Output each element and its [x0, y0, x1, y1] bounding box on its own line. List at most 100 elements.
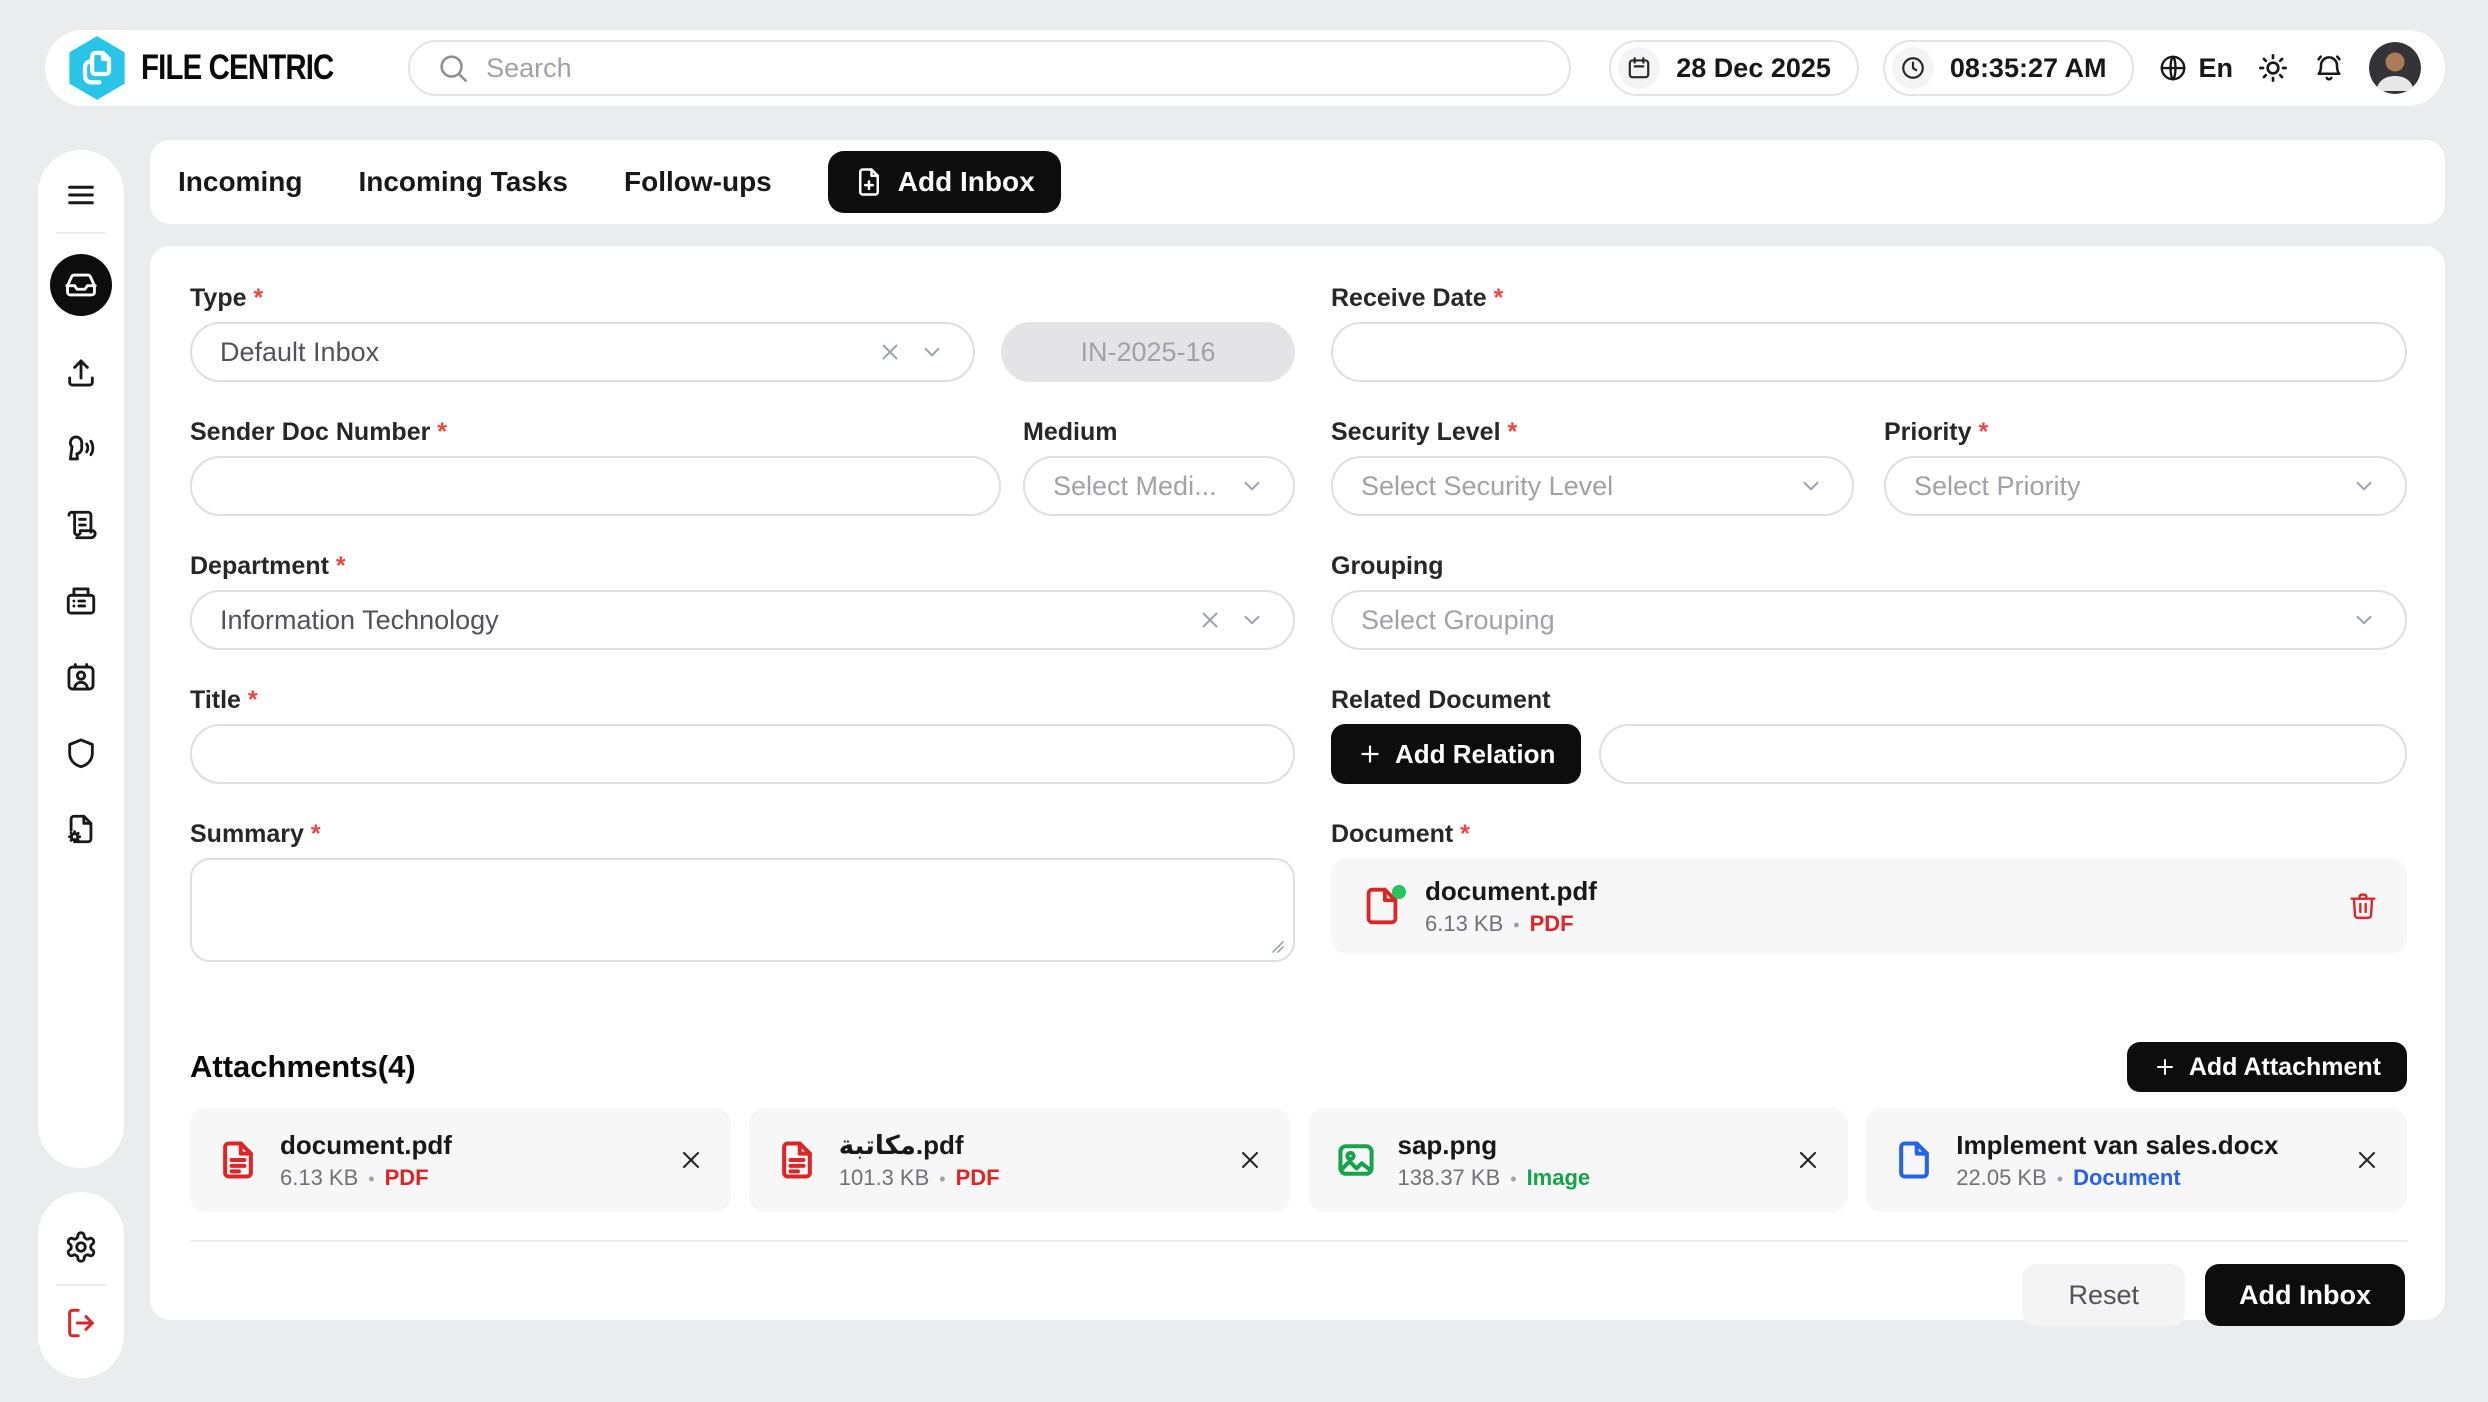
current-time: 08:35:27 AM	[1950, 53, 2107, 84]
security-level-label: Security Level	[1331, 418, 1854, 447]
pdf-file-icon	[775, 1138, 819, 1182]
attachment-name: sap.png	[1398, 1130, 1591, 1161]
document-file-name: document.pdf	[1425, 876, 1597, 907]
reset-button[interactable]: Reset	[2022, 1264, 2185, 1326]
menu-icon[interactable]	[64, 178, 98, 212]
remove-attachment-button[interactable]	[677, 1146, 705, 1174]
attachments-list: document.pdf 6.13 KB PDF	[190, 1108, 2407, 1212]
tab-follow-ups[interactable]: Follow-ups	[624, 166, 772, 198]
scroll-icon	[64, 508, 98, 542]
inbox-reference: IN-2025-16	[1001, 322, 1295, 382]
remove-attachment-button[interactable]	[2353, 1146, 2381, 1174]
page-tabs: Incoming Incoming Tasks Follow-ups Add I…	[150, 140, 2445, 224]
add-attachment-button[interactable]: Add Attachment	[2127, 1042, 2407, 1092]
add-relation-button[interactable]: Add Relation	[1331, 724, 1581, 784]
theme-toggle-sun-icon[interactable]	[2257, 52, 2289, 84]
document-file-type: PDF	[1530, 911, 1574, 937]
meta-separator	[1513, 911, 1519, 937]
globe-icon	[2158, 53, 2188, 83]
sender-doc-number-input[interactable]	[190, 456, 1001, 516]
sidebar-item-file-settings[interactable]	[64, 812, 98, 846]
submit-add-inbox-button[interactable]: Add Inbox	[2205, 1264, 2405, 1326]
brand: FILE CENTRIC	[67, 35, 370, 101]
logout-icon[interactable]	[64, 1306, 98, 1340]
language-label: En	[2198, 53, 2233, 84]
attachment-size: 138.37 KB	[1398, 1165, 1501, 1191]
sidebar-item-voice[interactable]	[64, 432, 98, 466]
notifications-bell-icon[interactable]	[2313, 52, 2345, 84]
document-label: Document	[1331, 820, 2407, 849]
settings-gear-icon[interactable]	[64, 1230, 98, 1264]
language-switcher[interactable]: En	[2158, 53, 2233, 84]
attachment-type: PDF	[956, 1165, 1000, 1191]
add-relation-label: Add Relation	[1395, 739, 1555, 770]
department-value: Information Technology	[220, 605, 499, 636]
attachment-type: Document	[2073, 1165, 2181, 1191]
grouping-select[interactable]: Select Grouping	[1331, 590, 2407, 650]
attachment-type: Image	[1527, 1165, 1591, 1191]
attachment-card: Implement van sales.docx 22.05 KB Docume…	[1866, 1108, 2407, 1212]
summary-textarea[interactable]	[190, 858, 1295, 962]
priority-label: Priority	[1884, 418, 2407, 447]
priority-placeholder: Select Priority	[1914, 471, 2081, 502]
chevron-down-icon	[1798, 473, 1824, 499]
document-file-size: 6.13 KB	[1425, 911, 1503, 937]
chevron-down-icon	[919, 339, 945, 365]
add-inbox-form: Type Default Inbox IN-2025-	[150, 246, 2445, 1320]
file-settings-icon	[64, 812, 98, 846]
sidebar-item-records[interactable]	[64, 508, 98, 542]
chevron-down-icon	[2351, 607, 2377, 633]
sidebar-divider	[56, 232, 106, 234]
receive-date-input[interactable]	[1331, 322, 2407, 382]
plus-icon	[2153, 1055, 2177, 1079]
time-pill: 08:35:27 AM	[1883, 40, 2135, 96]
close-icon	[677, 1146, 705, 1174]
type-select[interactable]: Default Inbox	[190, 322, 975, 382]
related-document-input[interactable]	[1599, 724, 2407, 784]
attachment-card: مكاتبة.pdf 101.3 KB PDF	[749, 1108, 1290, 1212]
sidebar-item-security[interactable]	[64, 736, 98, 770]
medium-select[interactable]: Select Medi...	[1023, 456, 1295, 516]
sidebar-bottom	[38, 1192, 124, 1378]
attachment-name: مكاتبة.pdf	[839, 1130, 1000, 1161]
chevron-down-icon	[1239, 473, 1265, 499]
tab-add-inbox[interactable]: Add Inbox	[828, 151, 1061, 213]
chevron-down-icon	[2351, 473, 2377, 499]
remove-attachment-button[interactable]	[1794, 1146, 1822, 1174]
uploaded-document-card: document.pdf 6.13 KB PDF	[1331, 858, 2407, 954]
resize-handle[interactable]	[1269, 938, 1285, 954]
tab-incoming-tasks[interactable]: Incoming Tasks	[358, 166, 568, 198]
receive-date-label: Receive Date	[1331, 284, 2407, 313]
close-icon	[1794, 1146, 1822, 1174]
clear-icon[interactable]	[877, 339, 903, 365]
doc-file-icon	[1892, 1138, 1936, 1182]
attachment-size: 101.3 KB	[839, 1165, 930, 1191]
security-level-select[interactable]: Select Security Level	[1331, 456, 1854, 516]
sidebar-item-contacts[interactable]	[64, 660, 98, 694]
sender-doc-number-label: Sender Doc Number	[190, 418, 1001, 447]
clear-icon[interactable]	[1197, 607, 1223, 633]
tab-add-inbox-label: Add Inbox	[898, 166, 1035, 198]
contact-card-icon	[64, 660, 98, 694]
search-input[interactable]	[486, 53, 1543, 84]
search-bar[interactable]	[408, 40, 1571, 96]
meta-separator	[939, 1165, 945, 1191]
user-avatar[interactable]	[2369, 42, 2421, 94]
sidebar-item-upload[interactable]	[64, 356, 98, 390]
sidebar-item-inbox[interactable]	[50, 254, 112, 316]
medium-label: Medium	[1023, 418, 1295, 447]
priority-select[interactable]: Select Priority	[1884, 456, 2407, 516]
meta-separator	[2057, 1165, 2063, 1191]
sidebar-item-fax[interactable]	[64, 584, 98, 618]
delete-document-button[interactable]	[2347, 890, 2379, 922]
department-select[interactable]: Information Technology	[190, 590, 1295, 650]
tab-incoming[interactable]: Incoming	[178, 166, 302, 198]
title-input[interactable]	[190, 724, 1295, 784]
trash-icon	[2347, 890, 2379, 922]
security-level-placeholder: Select Security Level	[1361, 471, 1613, 502]
inbox-icon	[64, 268, 98, 302]
clock-icon	[1892, 47, 1934, 89]
close-icon	[2353, 1146, 2381, 1174]
remove-attachment-button[interactable]	[1236, 1146, 1264, 1174]
attachment-size: 22.05 KB	[1956, 1165, 2047, 1191]
